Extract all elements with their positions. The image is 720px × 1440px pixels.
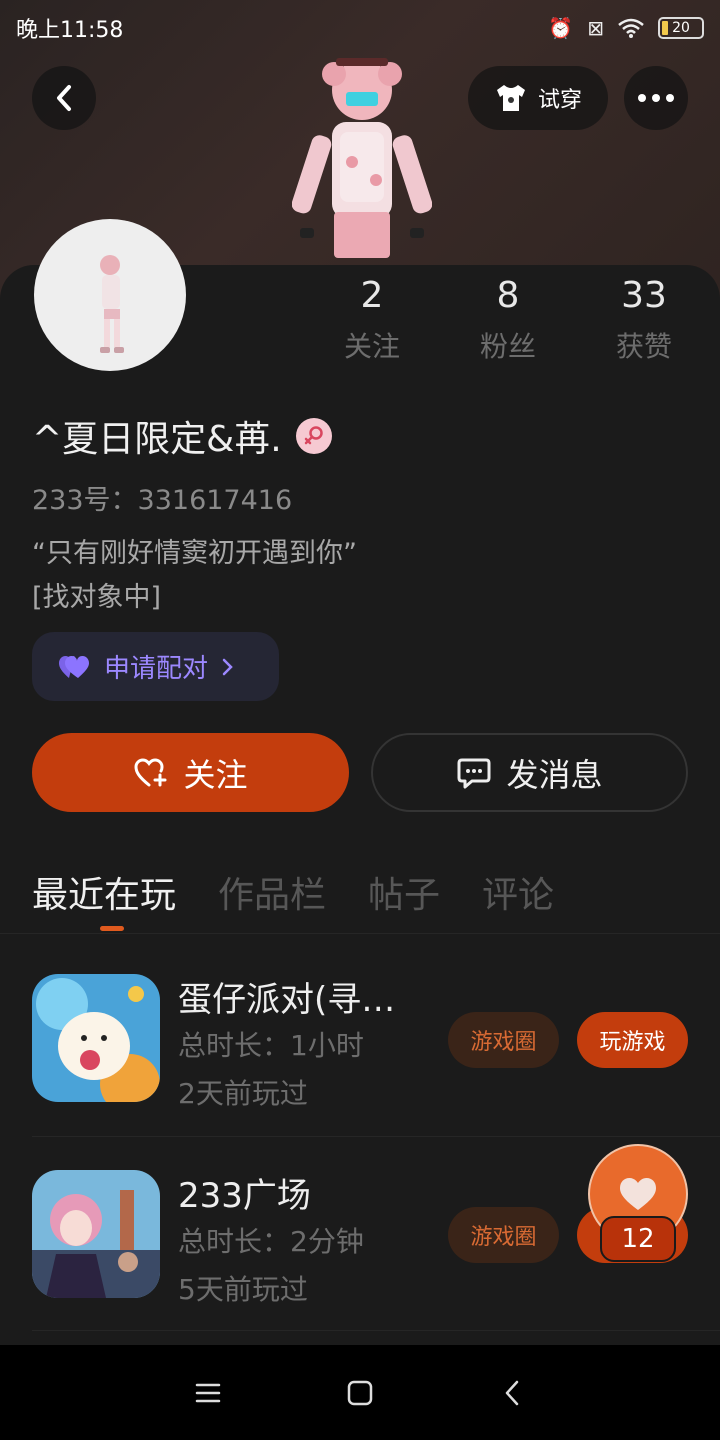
send-message-label: 发消息 xyxy=(506,755,603,794)
home-nav-button[interactable] xyxy=(343,1376,377,1410)
status-time: 晚上11:58 xyxy=(16,18,124,43)
wifi-icon xyxy=(618,18,644,38)
avatar[interactable] xyxy=(34,219,186,371)
game-name[interactable]: 蛋仔派对(寻… xyxy=(178,972,428,1021)
back-chevron-icon xyxy=(505,1380,519,1405)
tab-comments[interactable]: 评论 xyxy=(482,866,554,918)
female-icon xyxy=(295,418,332,454)
stat-likes[interactable]: 33 获赞 xyxy=(584,275,704,365)
game-name[interactable]: 233广场 xyxy=(178,1168,428,1217)
fans-count: 8 xyxy=(496,275,520,316)
status-bar: 晚上11:58 ⏰ ⊠ 20 xyxy=(0,0,720,56)
row-divider xyxy=(32,1330,720,1331)
back-button[interactable] xyxy=(32,66,96,130)
chevron-right-icon xyxy=(222,658,233,675)
chat-bubble-icon xyxy=(457,758,491,788)
tab-works[interactable]: 作品栏 xyxy=(218,866,326,918)
back-nav-button[interactable] xyxy=(495,1376,529,1410)
username: ^夏日限定&苒. xyxy=(32,419,282,460)
stat-fans[interactable]: 8 粉丝 xyxy=(448,275,568,365)
status-icons: ⏰ ⊠ 20 xyxy=(548,16,704,40)
heart-pair-icon xyxy=(59,655,89,678)
tabs-divider xyxy=(0,933,720,934)
apply-match-label: 申请配对 xyxy=(104,654,209,684)
game-last-played: 2天前玩过 xyxy=(178,1077,308,1110)
alarm-icon: ⏰ xyxy=(548,16,574,40)
bio: “只有刚好情窦初开遇到你” [找对象中] xyxy=(32,538,357,613)
user-id[interactable]: 233号：331617416 xyxy=(32,478,292,517)
game-duration: 总时长：1小时 xyxy=(178,1029,364,1062)
following-label: 关注 xyxy=(343,330,400,363)
active-tab-indicator xyxy=(100,926,124,931)
menu-nav-button[interactable] xyxy=(191,1376,225,1410)
likes-label: 获赞 xyxy=(615,330,672,363)
send-message-button[interactable]: 发消息 xyxy=(371,733,688,812)
username-row: ^夏日限定&苒. xyxy=(32,410,332,462)
like-count-badge: 12 xyxy=(600,1216,676,1262)
play-game-button[interactable]: 玩游戏 xyxy=(577,1012,688,1068)
heart-plus-icon xyxy=(134,757,167,786)
follow-button[interactable]: 关注 xyxy=(32,733,349,812)
home-square-icon xyxy=(347,1380,373,1405)
try-on-label: 试穿 xyxy=(537,88,582,113)
heart-icon xyxy=(620,1178,656,1210)
more-options-button[interactable] xyxy=(624,66,688,130)
tab-recently-played[interactable]: 最近在玩 xyxy=(32,866,176,918)
game-circle-button[interactable]: 游戏圈 xyxy=(448,1012,559,1068)
try-on-button[interactable]: 试穿 xyxy=(468,66,608,130)
system-nav-bar xyxy=(0,1345,720,1440)
stat-following[interactable]: 2 关注 xyxy=(312,275,432,365)
tab-posts[interactable]: 帖子 xyxy=(368,866,440,918)
follow-label: 关注 xyxy=(183,755,248,794)
game-icon-233-square[interactable] xyxy=(32,1170,160,1298)
apply-match-button[interactable]: 申请配对 xyxy=(32,632,279,701)
profile-tabs: 最近在玩 作品栏 帖子 评论 xyxy=(32,866,554,918)
game-duration: 总时长：2分钟 xyxy=(178,1225,364,1258)
chevron-left-icon xyxy=(57,85,71,111)
game-circle-button[interactable]: 游戏圈 xyxy=(448,1207,559,1263)
likes-count: 33 xyxy=(621,275,667,316)
menu-icon xyxy=(195,1383,221,1402)
no-sim-icon: ⊠ xyxy=(587,16,604,40)
avatar-3d-figure[interactable] xyxy=(292,52,432,268)
battery-level: 20 xyxy=(672,20,690,36)
battery-icon: 20 xyxy=(658,17,704,39)
game-icon-eggy-party[interactable] xyxy=(32,974,160,1102)
row-divider xyxy=(32,1136,720,1137)
following-count: 2 xyxy=(360,275,384,316)
fans-label: 粉丝 xyxy=(479,330,536,363)
avatar-figure-icon xyxy=(100,255,124,353)
game-last-played: 5天前玩过 xyxy=(178,1273,308,1306)
shirt-icon xyxy=(496,85,525,111)
more-icon xyxy=(638,94,674,102)
